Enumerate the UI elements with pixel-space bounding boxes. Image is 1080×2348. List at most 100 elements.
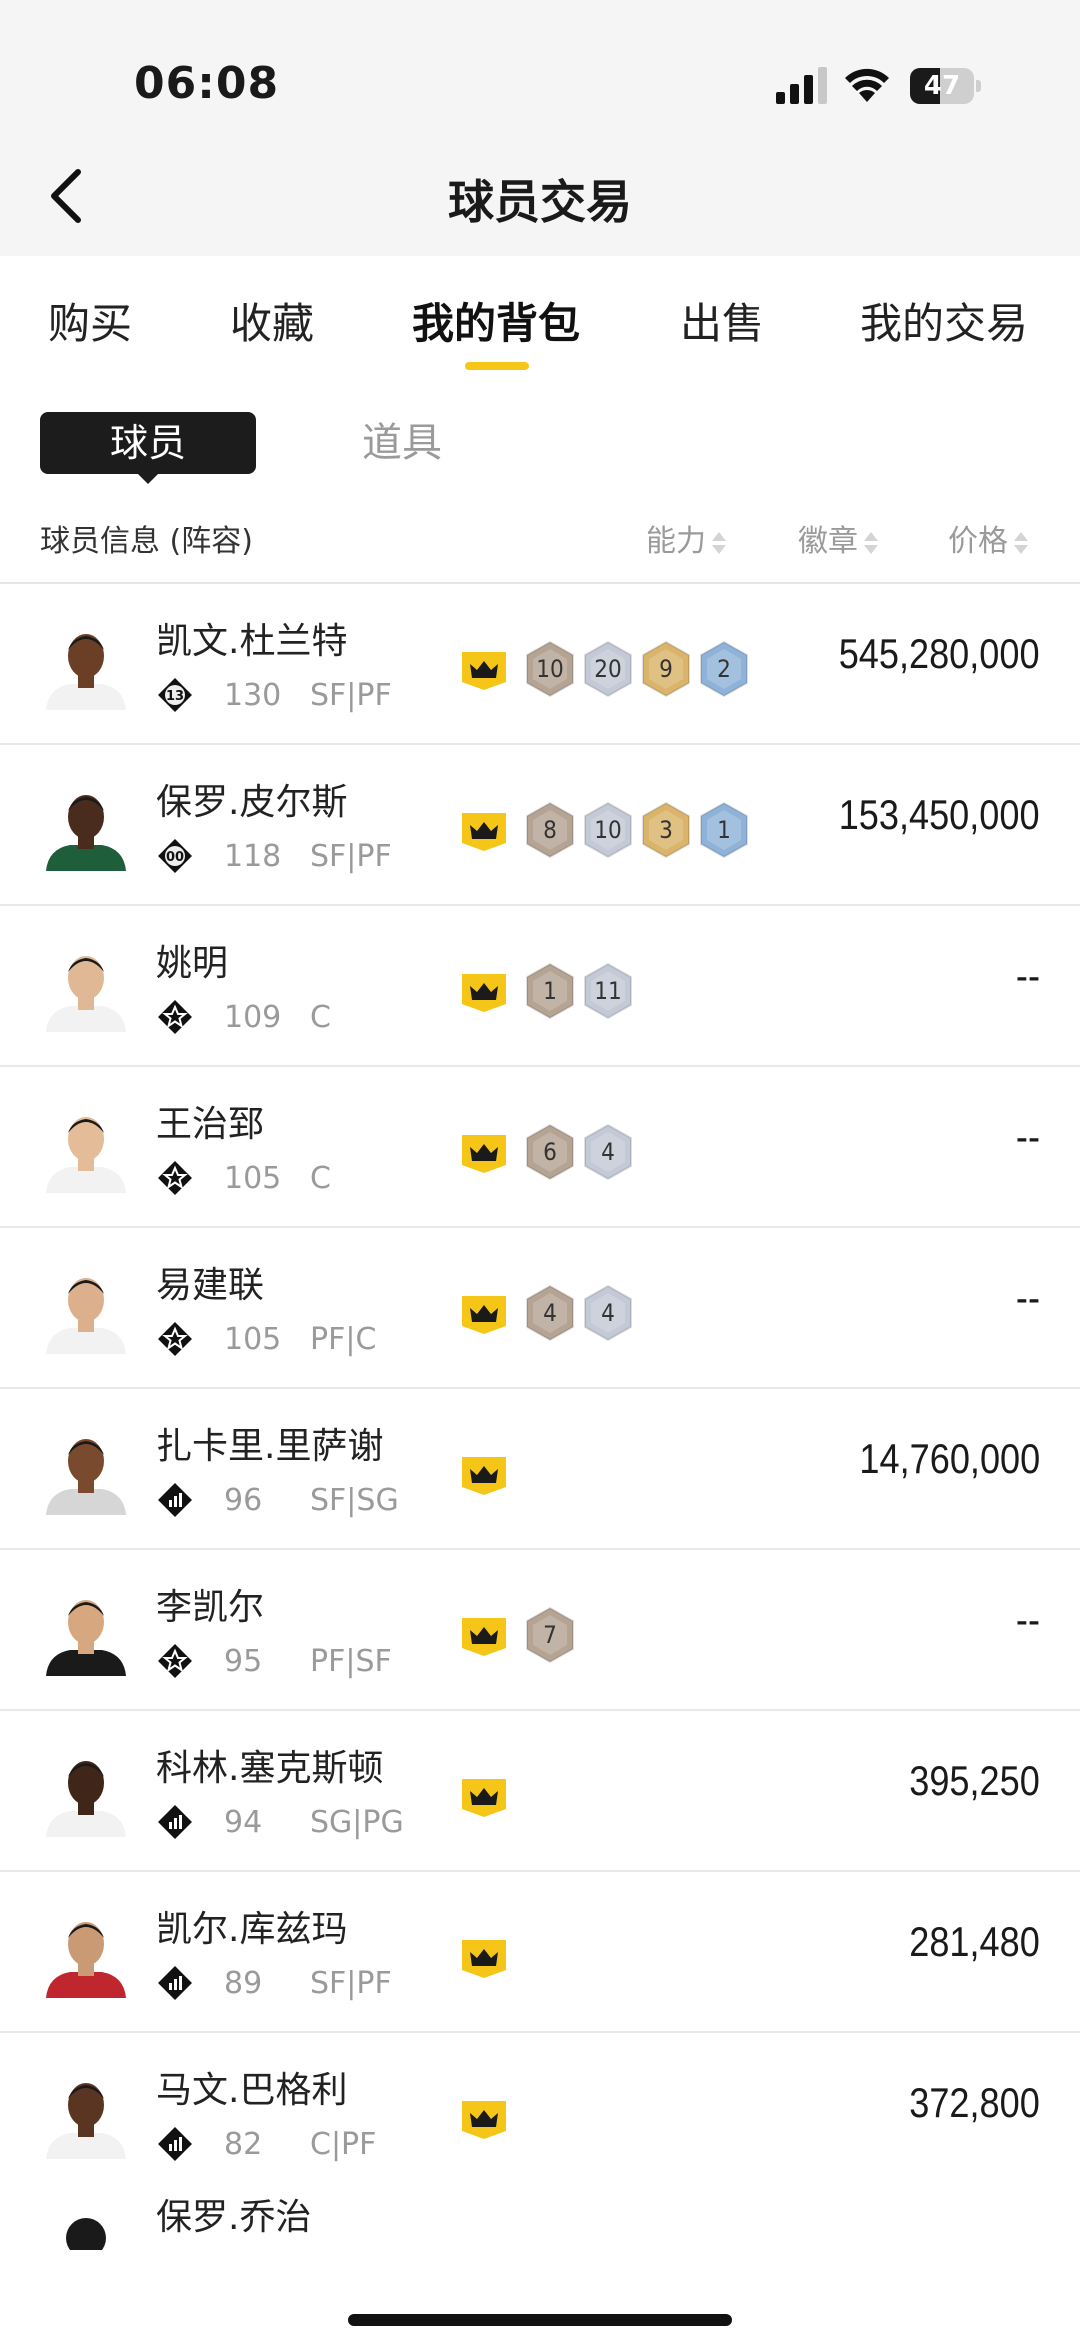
player-overall: 105 [224, 1161, 282, 1196]
player-name: 凯文.杜兰特 [156, 621, 348, 662]
star-tier-icon [158, 1161, 192, 1195]
list-item[interactable]: 保罗.皮尔斯 00 118 SF|PF 8 10 3 1 153,450,000 [0, 745, 1080, 906]
silver-badge-icon: 10 [582, 801, 634, 859]
badge-count: 4 [601, 1299, 615, 1327]
list-item[interactable]: 凯文.杜兰特 13 130 SF|PF 10 20 9 2 545,280,000 [0, 584, 1080, 745]
player-price: -- [1015, 1596, 1040, 1643]
badge-count: 2 [717, 655, 731, 683]
player-position: SF|SG [310, 1483, 399, 1518]
player-overall: 82 [224, 2127, 263, 2162]
badge-count: 4 [601, 1138, 615, 1166]
header-ability-label: 能力 [646, 524, 706, 559]
status-bar: 06:08 47 [0, 0, 1080, 140]
sort-icon [864, 530, 878, 556]
player-avatar [40, 1910, 132, 1998]
bronze-badge-icon: 7 [524, 1606, 576, 1664]
list-item[interactable]: 李凯尔 95 PF|SF 7 -- [0, 1550, 1080, 1711]
bars-tier-icon [158, 1805, 192, 1839]
hof-badge-icon: 1 [698, 801, 750, 859]
badge-count: 20 [594, 655, 622, 683]
silver-badge-icon: 11 [582, 962, 634, 1020]
main-tabs: 购买 收藏 我的背包 出售 我的交易 [0, 256, 1080, 376]
list-item[interactable]: 姚明 109 C 1 11 -- [0, 906, 1080, 1067]
player-position: C|PF [310, 2127, 377, 2162]
list-item[interactable]: 易建联 105 PF|C 4 4 -- [0, 1228, 1080, 1389]
battery-percent: 47 [923, 71, 961, 101]
player-position: SG|PG [310, 1805, 404, 1840]
player-overall: 95 [224, 1644, 263, 1679]
star-tier-icon [158, 1322, 192, 1356]
player-position: PF|C [310, 1322, 377, 1357]
player-avatar [40, 1588, 132, 1676]
header-price[interactable]: 价格 [948, 516, 1028, 560]
nav-bar: 球员交易 [0, 140, 1080, 256]
player-name: 保罗.乔治 [156, 2197, 312, 2238]
player-overall: 130 [224, 678, 282, 713]
list-item[interactable]: 王治郅 105 C 6 4 -- [0, 1067, 1080, 1228]
badge-count: 3 [659, 816, 673, 844]
badge-count: 4 [543, 1299, 557, 1327]
star-tier-icon [158, 1644, 192, 1678]
crown-icon [458, 1131, 510, 1175]
tab-buy[interactable]: 购买 [48, 290, 132, 351]
player-overall: 94 [224, 1805, 263, 1840]
badge-count: 11 [594, 977, 622, 1005]
tab-favorites[interactable]: 收藏 [230, 290, 314, 351]
sort-icon [1014, 530, 1028, 556]
bars-tier-icon [158, 2127, 192, 2161]
badge-count: 10 [594, 816, 622, 844]
list-item[interactable]: 科林.塞克斯顿 94 SG|PG 395,250 [0, 1711, 1080, 1872]
gold-badge-icon: 3 [640, 801, 692, 859]
subtab-pointer [136, 472, 160, 484]
tab-sell[interactable]: 出售 [680, 290, 764, 351]
bronze-badge-icon: 10 [524, 640, 576, 698]
silver-badge-icon: 20 [582, 640, 634, 698]
badge-count: 10 [536, 655, 564, 683]
header-ability[interactable]: 能力 [646, 516, 726, 560]
player-name: 马文.巴格利 [156, 2070, 348, 2111]
subtab-players[interactable]: 球员 [40, 412, 256, 474]
list-item[interactable]: 凯尔.库兹玛 89 SF|PF 281,480 [0, 1872, 1080, 2033]
player-name: 姚明 [156, 943, 229, 984]
list-item[interactable]: 扎卡里.里萨谢 96 SF|SG 14,760,000 [0, 1389, 1080, 1550]
player-price: 372,800 [909, 2079, 1040, 2126]
player-name: 科林.塞克斯顿 [156, 1748, 384, 1789]
page-title: 球员交易 [448, 175, 632, 229]
bronze-badge-icon: 6 [524, 1123, 576, 1181]
player-overall: 109 [224, 1000, 282, 1035]
home-indicator[interactable] [348, 2314, 732, 2326]
crown-icon [458, 809, 510, 853]
player-name: 李凯尔 [156, 1587, 265, 1628]
badge-count: 6 [543, 1138, 557, 1166]
player-position: SF|PF [310, 678, 392, 713]
badge-count: 1 [543, 977, 557, 1005]
player-price: -- [1015, 1113, 1040, 1160]
tab-my-backpack[interactable]: 我的背包 [412, 290, 580, 351]
header-badge[interactable]: 徽章 [798, 516, 878, 560]
crown-icon [458, 1453, 510, 1497]
player-position: SF|PF [310, 1966, 392, 2001]
player-price: -- [1015, 1274, 1040, 1321]
tab-my-trades[interactable]: 我的交易 [860, 290, 1028, 351]
crown-icon [458, 1775, 510, 1819]
tier-13-icon: 13 [158, 678, 192, 712]
crown-icon [458, 1936, 510, 1980]
player-position: SF|PF [310, 839, 392, 874]
player-avatar [66, 2218, 106, 2252]
player-price: 545,280,000 [839, 630, 1040, 677]
player-price: 395,250 [909, 1757, 1040, 1804]
list-item[interactable]: 马文.巴格利 82 C|PF 372,800 [0, 2033, 1080, 2194]
player-position: C [310, 1000, 331, 1035]
active-tab-indicator [465, 362, 529, 370]
svg-text:00: 00 [166, 850, 184, 865]
crown-icon [458, 2097, 510, 2141]
badge-count: 1 [717, 816, 731, 844]
player-avatar [40, 622, 132, 710]
crown-icon [458, 1292, 510, 1336]
player-position: PF|SF [310, 1644, 392, 1679]
player-name: 易建联 [156, 1265, 265, 1306]
subtab-items[interactable]: 道具 [362, 412, 442, 474]
player-avatar [40, 783, 132, 871]
player-avatar [40, 1105, 132, 1193]
partial-list-item[interactable]: 保罗.乔治 [0, 2188, 1080, 2252]
